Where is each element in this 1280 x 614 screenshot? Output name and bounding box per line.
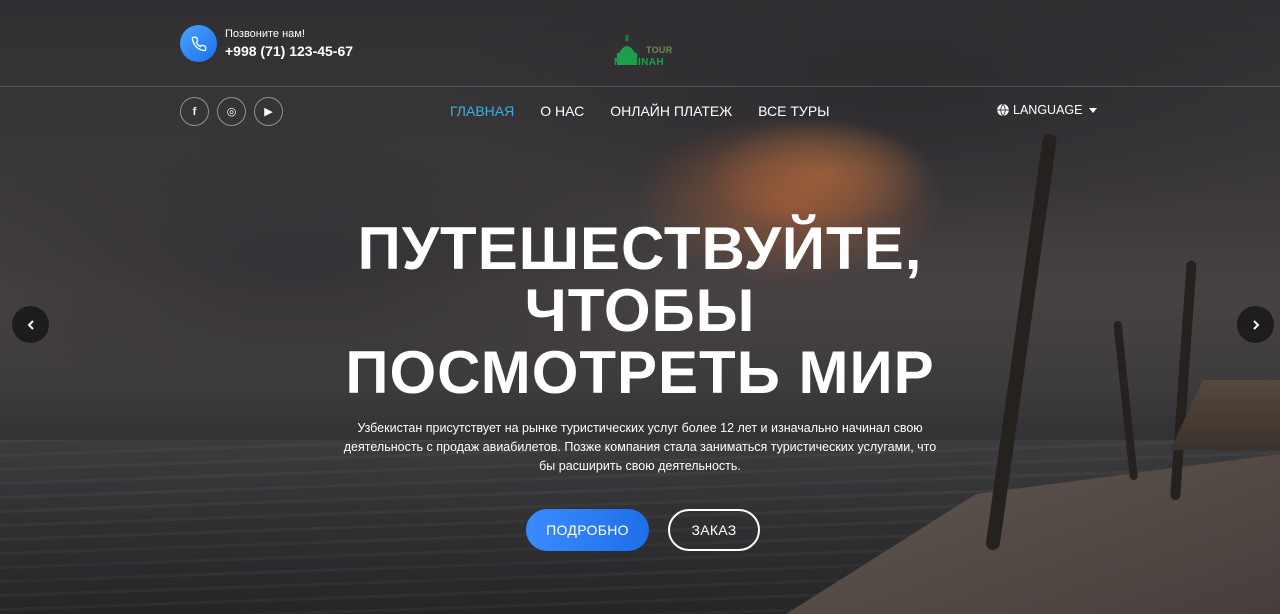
call-text: Позвоните нам! +998 (71) 123-45-67	[225, 27, 353, 61]
slider-next-button[interactable]	[1237, 306, 1274, 343]
call-label: Позвоните нам!	[225, 27, 305, 40]
logo-word-madinah: MADINAH	[614, 57, 665, 68]
hero-description: Узбекистан присутствует на рынке туристи…	[343, 421, 937, 473]
call-block[interactable]: Позвоните нам! +998 (71) 123-45-67	[180, 25, 353, 62]
hero-title: ПУТЕШЕСТВУЙТЕ, ЧТОБЫ ПОСМОТРЕТЬ МИР	[240, 218, 1040, 404]
top-bar: Позвоните нам! +998 (71) 123-45-67 TOUR …	[0, 0, 1280, 87]
site-logo[interactable]: TOUR MADINAH	[612, 33, 674, 71]
social-links: f ◎ ▶	[180, 97, 283, 126]
order-button[interactable]: ЗАКАЗ	[668, 509, 760, 551]
logo-word-tour: TOUR	[646, 45, 673, 55]
hero-title-line: ПОСМОТРЕТЬ МИР	[345, 339, 935, 406]
chevron-right-icon	[1252, 319, 1259, 330]
facebook-icon[interactable]: f	[180, 97, 209, 126]
slider-prev-button[interactable]	[12, 306, 49, 343]
nav-item-home[interactable]: ГЛАВНАЯ	[450, 102, 514, 120]
globe-icon	[997, 103, 1009, 117]
nav-item-all-tours[interactable]: ВСЕ ТУРЫ	[758, 102, 829, 120]
main-nav: ГЛАВНАЯ О НАС ОНЛАЙН ПЛАТЕЖ ВСЕ ТУРЫ	[450, 102, 830, 120]
phone-number[interactable]: +998 (71) 123-45-67	[225, 41, 353, 61]
hero-title-line: ПУТЕШЕСТВУЙТЕ,	[357, 215, 923, 282]
language-label: LANGUAGE	[1013, 103, 1083, 117]
chevron-down-icon	[1089, 107, 1098, 113]
hero-title-line: ЧТОБЫ	[524, 277, 756, 344]
nav-item-about[interactable]: О НАС	[540, 102, 584, 120]
chevron-left-icon	[27, 319, 34, 330]
youtube-icon[interactable]: ▶	[254, 97, 283, 126]
language-dropdown[interactable]: LANGUAGE	[996, 103, 1098, 117]
instagram-icon[interactable]: ◎	[217, 97, 246, 126]
phone-icon[interactable]	[180, 25, 217, 62]
nav-item-online-payment[interactable]: ОНЛАЙН ПЛАТЕЖ	[610, 102, 732, 120]
more-button[interactable]: ПОДРОБНО	[526, 509, 649, 551]
